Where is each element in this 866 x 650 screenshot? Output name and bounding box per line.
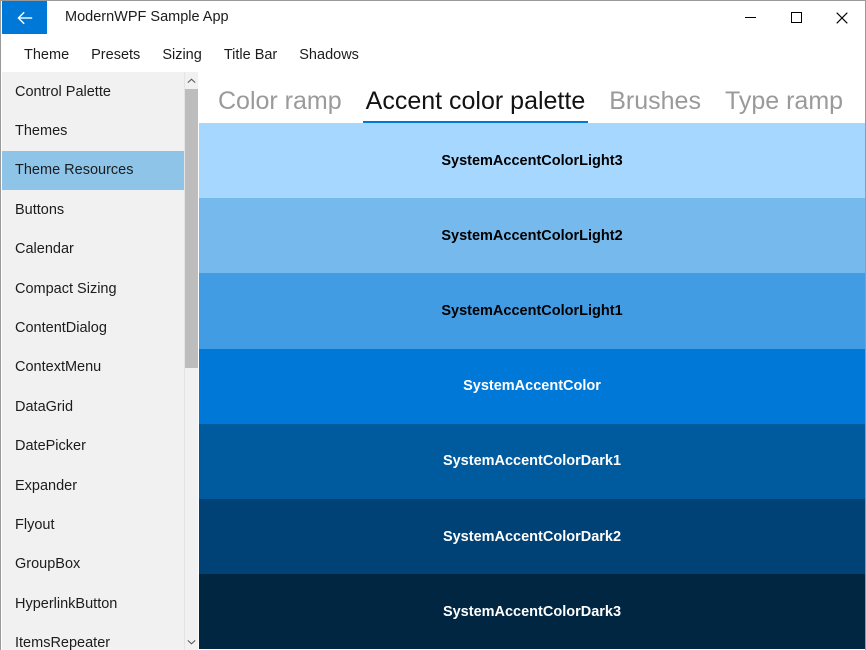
- menu-bar: Theme Presets Sizing Title Bar Shadows: [1, 37, 865, 73]
- minimize-icon: [744, 17, 756, 18]
- scrollbar-thumb[interactable]: [185, 89, 198, 368]
- swatch-label: SystemAccentColorLight2: [441, 227, 623, 244]
- application-window: ModernWPF Sample App Theme Presets Sizin…: [0, 0, 866, 650]
- sidebar-item-hyperlinkbutton[interactable]: HyperlinkButton: [2, 584, 184, 623]
- sidebar-item-theme-resources[interactable]: Theme Resources: [2, 150, 184, 191]
- scroll-down-button[interactable]: [185, 633, 198, 650]
- tab-brushes[interactable]: Brushes: [597, 89, 713, 123]
- sidebar-item-groupbox[interactable]: GroupBox: [2, 545, 184, 584]
- sidebar-item-datagrid[interactable]: DataGrid: [2, 387, 184, 426]
- content-area: Color ramp Accent color palette Brushes …: [199, 72, 865, 650]
- scrollbar-track[interactable]: [185, 89, 198, 633]
- maximize-button[interactable]: [773, 1, 819, 34]
- swatch-label: SystemAccentColor: [463, 378, 601, 395]
- sidebar-item-control-palette[interactable]: Control Palette: [2, 72, 184, 111]
- swatch-label: SystemAccentColorDark1: [442, 453, 622, 470]
- swatch-row[interactable]: SystemAccentColorDark1: [199, 423, 865, 499]
- sidebar-item-expander[interactable]: Expander: [2, 466, 184, 505]
- swatch-row[interactable]: SystemAccentColorLight2: [199, 198, 865, 274]
- swatch-label: SystemAccentColorDark3: [442, 603, 622, 620]
- tab-type-ramp[interactable]: Type ramp: [713, 89, 855, 123]
- minimize-button[interactable]: [727, 1, 773, 34]
- accent-color-swatch-list: SystemAccentColorLight3 SystemAccentColo…: [199, 123, 865, 650]
- swatch-label: SystemAccentColorLight3: [441, 152, 623, 169]
- chevron-up-icon: [187, 77, 196, 84]
- scroll-up-button[interactable]: [185, 72, 198, 89]
- swatch-row[interactable]: SystemAccentColorDark3: [199, 574, 865, 650]
- tab-color-ramp[interactable]: Color ramp: [206, 89, 354, 123]
- title-bar: ModernWPF Sample App: [1, 1, 865, 36]
- caption-button-group: [727, 1, 865, 34]
- menu-item-presets[interactable]: Presets: [80, 43, 151, 67]
- swatch-row[interactable]: SystemAccentColor: [199, 348, 865, 424]
- swatch-row[interactable]: SystemAccentColorLight3: [199, 123, 865, 199]
- sidebar-item-themes[interactable]: Themes: [2, 111, 184, 150]
- window-title: ModernWPF Sample App: [65, 9, 229, 25]
- menu-item-shadows[interactable]: Shadows: [288, 43, 370, 67]
- tab-strip: Color ramp Accent color palette Brushes …: [199, 72, 865, 123]
- sidebar-item-calendar[interactable]: Calendar: [2, 230, 184, 269]
- sidebar-nav: Control Palette Themes Theme Resources B…: [2, 72, 184, 650]
- maximize-icon: [790, 12, 802, 23]
- sidebar-item-flyout[interactable]: Flyout: [2, 505, 184, 544]
- swatch-label: SystemAccentColorLight1: [441, 302, 623, 319]
- chevron-down-icon: [187, 639, 196, 645]
- menu-item-sizing[interactable]: Sizing: [151, 43, 213, 67]
- sidebar-item-itemsrepeater[interactable]: ItemsRepeater: [2, 623, 184, 650]
- sidebar-item-compact-sizing[interactable]: Compact Sizing: [2, 269, 184, 308]
- close-button[interactable]: [819, 1, 865, 34]
- back-arrow-icon: [16, 11, 34, 25]
- menu-item-title-bar[interactable]: Title Bar: [213, 43, 288, 67]
- swatch-label: SystemAccentColorDark2: [442, 528, 622, 545]
- swatch-row[interactable]: SystemAccentColorDark2: [199, 498, 865, 575]
- sidebar-item-datepicker[interactable]: DatePicker: [2, 427, 184, 466]
- sidebar-item-buttons[interactable]: Buttons: [2, 190, 184, 229]
- menu-item-theme[interactable]: Theme: [13, 43, 80, 67]
- tab-accent-color-palette[interactable]: Accent color palette: [354, 89, 598, 123]
- back-button[interactable]: [2, 1, 47, 34]
- sidebar-item-contentdialog[interactable]: ContentDialog: [2, 308, 184, 347]
- sidebar-scrollbar[interactable]: [184, 72, 198, 650]
- sidebar-item-contextmenu[interactable]: ContextMenu: [2, 348, 184, 387]
- close-icon: [836, 11, 848, 24]
- swatch-row[interactable]: SystemAccentColorLight1: [199, 273, 865, 349]
